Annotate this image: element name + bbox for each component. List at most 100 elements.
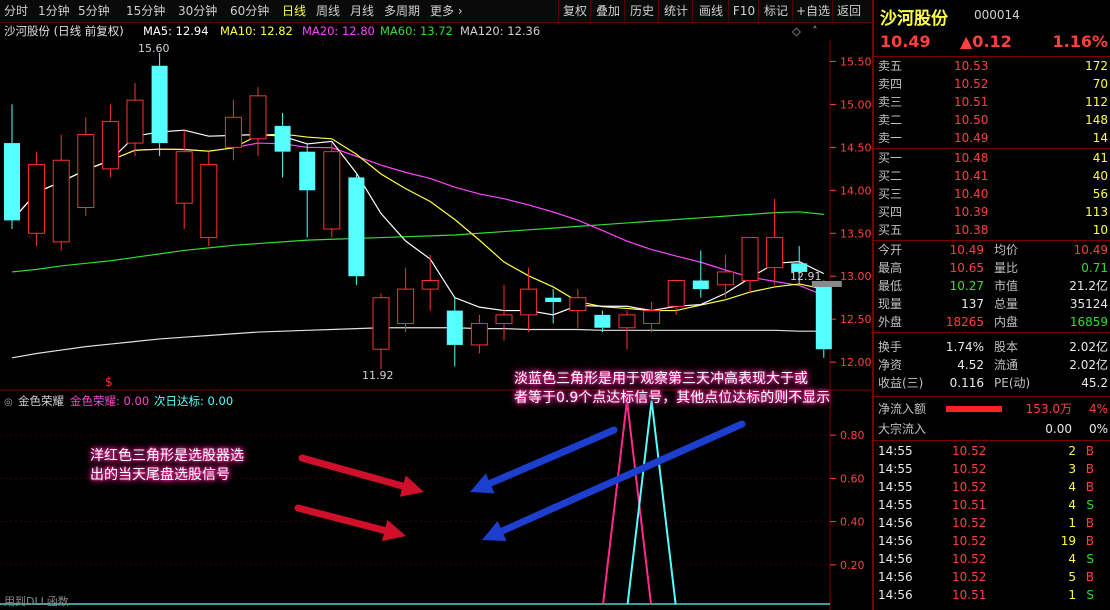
- period-tab-0[interactable]: 分时: [4, 0, 28, 22]
- candle[interactable]: [151, 52, 168, 156]
- red-arrow-lower: [294, 504, 406, 542]
- trade-price: 10.52: [952, 552, 987, 566]
- candle[interactable]: [323, 143, 341, 238]
- period-tab-2[interactable]: 5分钟: [78, 0, 110, 22]
- blue-arrow-upper: [470, 426, 618, 494]
- candle[interactable]: [200, 151, 218, 247]
- stat-label: 市值: [994, 279, 1019, 293]
- period-tab-8[interactable]: 月线: [350, 0, 374, 22]
- price-axis-label: 14.50: [840, 141, 872, 154]
- candle[interactable]: [421, 254, 439, 311]
- trade-volume: 3: [1068, 462, 1076, 476]
- block-label: 大宗流入: [878, 422, 927, 436]
- blue-signal-note-line2: 者等于0.9个点达标信号，其他点位达标的则不显示: [514, 390, 831, 406]
- ask-row: 卖一 10.49 14: [874, 129, 1110, 147]
- candle[interactable]: [249, 87, 267, 156]
- candle[interactable]: [692, 250, 709, 298]
- indicator-toggle-icon[interactable]: ◎: [4, 397, 13, 408]
- stat-label: 总量: [994, 297, 1019, 311]
- period-tab-7[interactable]: 周线: [316, 0, 340, 22]
- indicator-axis-label: 0.20: [840, 559, 865, 572]
- stat-row: 净资 4.52 流通 2.02亿: [874, 356, 1110, 374]
- candle[interactable]: [348, 173, 365, 285]
- ask-volume: 14: [1092, 131, 1108, 145]
- ask-price: 10.49: [954, 131, 989, 145]
- candle[interactable]: [274, 113, 291, 178]
- bid-label: 买一: [878, 151, 903, 165]
- tool-button-1[interactable]: 叠加: [590, 0, 625, 22]
- candle[interactable]: [766, 198, 784, 285]
- candle[interactable]: [4, 104, 20, 229]
- stock-code: 000014: [974, 8, 1020, 22]
- ask-label: 卖一: [878, 131, 903, 145]
- stat-label: 股本: [994, 340, 1019, 354]
- candle[interactable]: [545, 289, 562, 324]
- low-annotation: 11.92: [362, 369, 394, 382]
- ask-label: 卖二: [878, 113, 903, 127]
- inflow-value: 153.0万: [1025, 402, 1072, 416]
- stat-value: 137: [961, 297, 984, 311]
- candle[interactable]: [224, 100, 242, 161]
- collapse-icon[interactable]: ˄: [812, 22, 818, 40]
- candle[interactable]: [495, 284, 513, 341]
- period-tab-6[interactable]: 日线: [282, 0, 306, 22]
- period-tab-3[interactable]: 15分钟: [126, 0, 165, 22]
- kline-chart[interactable]: 15.50 15.00 14.50 14.00 13.50 13.00 12.50 12.00…: [0, 40, 872, 610]
- stat-label: 量比: [994, 261, 1019, 275]
- candle[interactable]: [569, 289, 587, 328]
- ask-price: 10.50: [954, 113, 989, 127]
- period-tab-10[interactable]: 更多 ›: [430, 0, 463, 22]
- candle[interactable]: [77, 117, 95, 217]
- candle[interactable]: [299, 143, 316, 238]
- candle[interactable]: [397, 267, 415, 333]
- tool-button-5[interactable]: F10: [728, 0, 759, 22]
- buy-signal-mark: $: [105, 375, 113, 389]
- bid-volume: 40: [1092, 169, 1108, 183]
- candle[interactable]: [175, 130, 193, 229]
- candle[interactable]: [52, 134, 70, 251]
- trade-row: 14:55 10.52 3 B: [874, 460, 1110, 478]
- candle[interactable]: [372, 293, 390, 369]
- candle[interactable]: [741, 237, 759, 294]
- tool-button-4[interactable]: 画线: [692, 0, 729, 22]
- price-axis-label: 13.50: [840, 227, 872, 240]
- trade-price: 10.52: [952, 516, 987, 530]
- tool-button-8[interactable]: 返回: [832, 0, 865, 22]
- ask-row: 卖三 10.51 112: [874, 93, 1110, 111]
- settings-icon[interactable]: ◇: [792, 22, 801, 40]
- trade-time: 14:55: [878, 480, 913, 494]
- candle[interactable]: [520, 267, 538, 333]
- price-axis-label: 12.50: [840, 313, 872, 326]
- candle[interactable]: [126, 82, 144, 156]
- trade-side: B: [1085, 444, 1094, 458]
- trade-side: B: [1085, 534, 1094, 548]
- tool-button-2[interactable]: 历史: [624, 0, 659, 22]
- ask-price: 10.53: [954, 59, 989, 73]
- trade-price: 10.52: [952, 462, 987, 476]
- tool-button-7[interactable]: +自选: [792, 0, 833, 22]
- tool-button-6[interactable]: 标记: [758, 0, 793, 22]
- trade-time: 14:55: [878, 462, 913, 476]
- candle[interactable]: [643, 301, 661, 333]
- period-tab-1[interactable]: 1分钟: [38, 0, 70, 22]
- bid-volume: 56: [1092, 187, 1108, 201]
- tool-button-3[interactable]: 统计: [658, 0, 693, 22]
- candle[interactable]: [101, 104, 119, 178]
- bid-price: 10.41: [954, 169, 989, 183]
- candle[interactable]: [446, 297, 463, 367]
- period-tab-4[interactable]: 30分钟: [178, 0, 217, 22]
- bid-price: 10.48: [954, 151, 989, 165]
- period-tab-9[interactable]: 多周期: [384, 0, 420, 22]
- candle[interactable]: [28, 151, 46, 247]
- candle[interactable]: [815, 280, 832, 358]
- stat-row: 今开 10.49 均价 10.49: [874, 241, 1110, 259]
- candle[interactable]: [716, 254, 734, 298]
- stat-label: 今开: [878, 243, 903, 257]
- tool-button-0[interactable]: 复权: [558, 0, 591, 22]
- candle[interactable]: [470, 314, 488, 354]
- ask-row: 卖二 10.50 148: [874, 111, 1110, 129]
- candle[interactable]: [594, 310, 611, 333]
- period-tab-5[interactable]: 60分钟: [230, 0, 269, 22]
- stat-value: 16859: [1069, 315, 1108, 329]
- trade-row: 14:56 10.52 1 B: [874, 514, 1110, 532]
